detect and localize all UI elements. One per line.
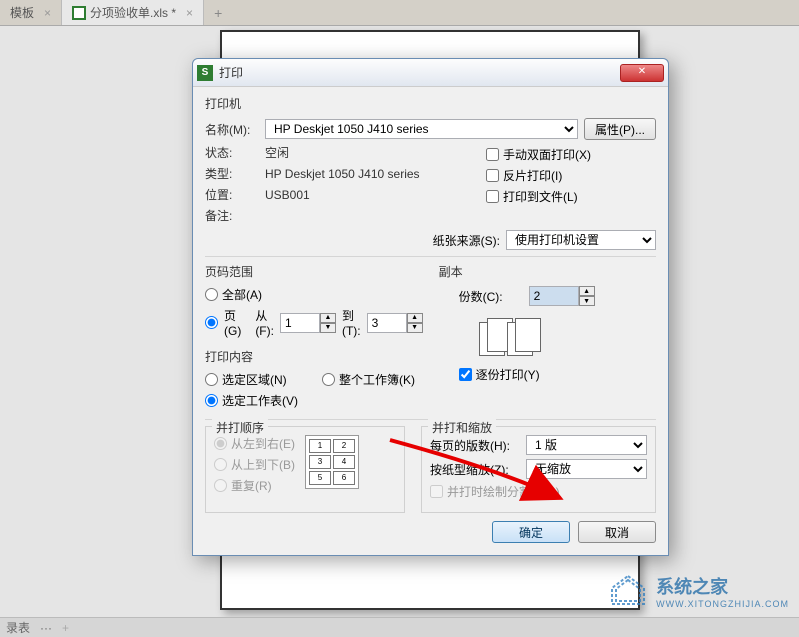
where-value: USB001 xyxy=(265,188,310,202)
order-repeat-radio xyxy=(214,479,227,492)
draw-lines-checkbox xyxy=(430,485,443,498)
content-sheet-radio[interactable] xyxy=(205,394,218,407)
scale-select[interactable]: 无缩放 xyxy=(526,459,647,479)
scale-section-label: 并打和缩放 xyxy=(428,419,496,436)
close-button[interactable]: ✕ xyxy=(620,64,664,82)
tab-template[interactable]: 模板× xyxy=(0,0,62,25)
paper-source-label: 纸张来源(S): xyxy=(433,232,500,249)
order-section-label: 并打顺序 xyxy=(212,419,268,436)
copies-label: 份数(C): xyxy=(459,288,503,305)
content-workbook-radio[interactable] xyxy=(322,373,335,386)
from-down[interactable]: ▼ xyxy=(320,323,336,333)
order-tb-radio xyxy=(214,458,227,471)
copies-down[interactable]: ▼ xyxy=(579,296,595,306)
content-selection-radio[interactable] xyxy=(205,373,218,386)
ok-button[interactable]: 确定 xyxy=(492,521,570,543)
watermark-logo: 系统之家 WWW.XITONGZHIJIA.COM xyxy=(608,573,789,609)
paper-source-select[interactable]: 使用打印机设置 xyxy=(506,230,656,250)
new-tab-button[interactable]: + xyxy=(204,3,232,23)
order-preview: 123456 xyxy=(305,435,359,489)
duplex-checkbox[interactable] xyxy=(486,148,499,161)
to-input[interactable] xyxy=(367,313,407,333)
where-label: 位置: xyxy=(205,186,259,203)
copies-up[interactable]: ▲ xyxy=(579,286,595,296)
dialog-title: 打印 xyxy=(219,64,243,81)
type-label: 类型: xyxy=(205,165,259,182)
status-label: 状态: xyxy=(205,144,259,161)
content-section-label: 打印内容 xyxy=(205,348,423,365)
to-down[interactable]: ▼ xyxy=(407,323,423,333)
house-icon xyxy=(608,574,648,608)
name-label: 名称(M): xyxy=(205,121,259,138)
collate-preview xyxy=(479,316,539,360)
titlebar[interactable]: S 打印 ✕ xyxy=(193,59,668,87)
comment-label: 备注: xyxy=(205,207,259,224)
app-icon: S xyxy=(197,65,213,81)
tofile-checkbox[interactable] xyxy=(486,190,499,203)
properties-button[interactable]: 属性(P)... xyxy=(584,118,656,140)
collate-checkbox[interactable] xyxy=(459,368,472,381)
printer-section-label: 打印机 xyxy=(205,95,656,112)
sheet-tab[interactable]: 录表 xyxy=(6,619,30,636)
cancel-button[interactable]: 取消 xyxy=(578,521,656,543)
tab-file[interactable]: 分项验收单.xls *× xyxy=(62,0,204,25)
reverse-checkbox[interactable] xyxy=(486,169,499,182)
order-lr-radio xyxy=(214,437,227,450)
from-up[interactable]: ▲ xyxy=(320,313,336,323)
sheet-nav[interactable]: ··· xyxy=(40,621,52,635)
per-page-select[interactable]: 1 版 xyxy=(526,435,647,455)
tab-bar: 模板× 分项验收单.xls *× + xyxy=(0,0,799,26)
sheet-tab-bar: 录表 ··· + xyxy=(0,617,799,637)
excel-icon xyxy=(72,6,86,20)
printer-select[interactable]: HP Deskjet 1050 J410 series xyxy=(265,119,578,139)
type-value: HP Deskjet 1050 J410 series xyxy=(265,167,420,181)
copies-input[interactable] xyxy=(529,286,579,306)
per-page-label: 每页的版数(H): xyxy=(430,437,520,454)
range-pages-radio[interactable] xyxy=(205,316,218,329)
range-section-label: 页码范围 xyxy=(205,263,423,280)
status-value: 空闲 xyxy=(265,144,289,161)
scale-label: 按纸型缩放(Z): xyxy=(430,461,520,478)
to-up[interactable]: ▲ xyxy=(407,313,423,323)
range-all-radio[interactable] xyxy=(205,288,218,301)
from-input[interactable] xyxy=(280,313,320,333)
print-dialog: S 打印 ✕ 打印机 名称(M): HP Deskjet 1050 J410 s… xyxy=(192,58,669,556)
copies-section-label: 副本 xyxy=(439,263,656,280)
